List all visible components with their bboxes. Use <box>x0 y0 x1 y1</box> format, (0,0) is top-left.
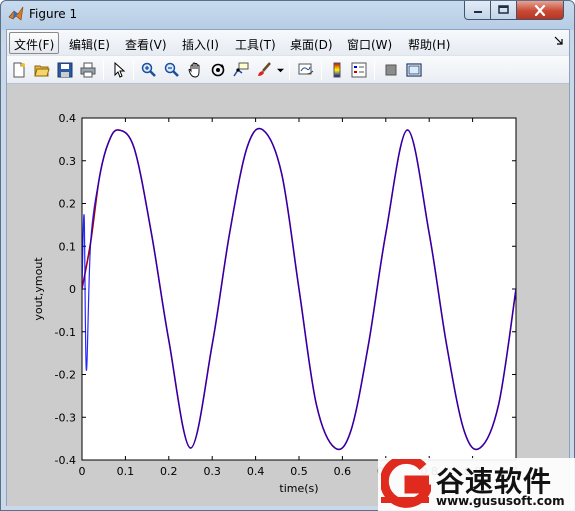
legend-icon <box>351 62 367 78</box>
x-tick-label: 0 <box>79 465 86 478</box>
zoom-in-icon <box>141 62 156 77</box>
new-figure-button[interactable] <box>9 60 29 80</box>
x-tick-label: 0.1 <box>117 465 135 478</box>
link-plot-button[interactable] <box>296 60 316 80</box>
x-tick-label: 0.2 <box>160 465 178 478</box>
x-tick-label: 0.6 <box>334 465 352 478</box>
menu-desktop[interactable]: 桌面(D) <box>286 34 337 53</box>
x-tick-label: 0.3 <box>203 465 221 478</box>
save-button[interactable] <box>55 60 75 80</box>
open-file-button[interactable] <box>32 60 52 80</box>
brush-button[interactable] <box>254 60 274 80</box>
y-axis-label: yout,ymout <box>32 257 45 321</box>
print-icon <box>80 62 96 78</box>
show-plot-tools-icon <box>406 63 422 77</box>
y-tick-label: 0.4 <box>59 112 77 125</box>
link-plot-icon <box>298 63 314 75</box>
figure-client-area: 文件(F) 编辑(E) 查看(V) 插入(I) 工具(T) 桌面(D) 窗口(W… <box>6 29 570 506</box>
zoom-out-button[interactable] <box>162 60 182 80</box>
maximize-button[interactable] <box>491 1 517 20</box>
toolbar-separator <box>133 60 134 80</box>
colorbar-button[interactable] <box>327 60 347 80</box>
menu-edit[interactable]: 编辑(E) <box>65 34 114 53</box>
hide-plot-tools-icon <box>385 64 397 76</box>
figure-canvas: 00.10.20.30.40.50.60.70.80.910.40.30.20.… <box>7 85 569 506</box>
pan-button[interactable] <box>185 60 205 80</box>
open-file-icon <box>34 65 50 77</box>
pointer-button[interactable] <box>109 60 129 80</box>
brush-dropdown-icon <box>276 68 284 72</box>
close-button[interactable] <box>517 1 564 20</box>
pointer-icon <box>114 62 126 78</box>
menu-insert[interactable]: 插入(I) <box>178 34 223 53</box>
x-tick-label: 0.5 <box>290 465 308 478</box>
legend-button[interactable] <box>349 60 369 80</box>
brush-icon <box>258 62 271 76</box>
data-cursor-icon <box>233 62 249 77</box>
chevron-double-icon[interactable] <box>554 36 563 45</box>
y-tick-label: 0.3 <box>59 155 77 168</box>
hide-plot-tools-button[interactable] <box>381 60 401 80</box>
menu-tools[interactable]: 工具(T) <box>231 34 280 53</box>
toolbar-separator <box>103 60 104 80</box>
menu-file[interactable]: 文件(F) <box>9 32 60 54</box>
y-tick-label: -0.1 <box>55 326 76 339</box>
save-icon <box>57 62 73 78</box>
menu-help[interactable]: 帮助(H) <box>404 34 454 53</box>
toolbar-separator <box>374 60 375 80</box>
rotate-3d-icon <box>211 63 225 77</box>
toolbar-separator <box>289 60 290 80</box>
y-tick-label: 0.2 <box>59 198 77 211</box>
line-chart: 00.10.20.30.40.50.60.70.80.910.40.30.20.… <box>32 112 520 495</box>
x-tick-label: 0.4 <box>247 465 265 478</box>
y-tick-label: -0.3 <box>55 411 76 424</box>
watermark: 谷速软件 www.gususoft.com <box>378 458 575 511</box>
toolbar-separator <box>321 60 322 80</box>
menu-bar: 文件(F) 编辑(E) 查看(V) 插入(I) 工具(T) 桌面(D) 窗口(W… <box>7 30 569 56</box>
print-button[interactable] <box>78 60 98 80</box>
menu-view[interactable]: 查看(V) <box>121 34 171 53</box>
title-bar[interactable]: Figure 1 <box>1 1 574 29</box>
close-icon <box>534 4 546 16</box>
figure-toolbar <box>7 56 569 84</box>
window-title: Figure 1 <box>29 7 78 21</box>
minimize-icon <box>473 11 482 13</box>
x-axis-label: time(s) <box>279 482 318 495</box>
rotate-3d-button[interactable] <box>208 60 228 80</box>
data-cursor-button[interactable] <box>231 60 251 80</box>
y-tick-label: -0.2 <box>55 369 76 382</box>
zoom-out-icon <box>164 62 179 77</box>
menu-window[interactable]: 窗口(W) <box>343 34 396 53</box>
new-figure-icon <box>13 62 25 78</box>
brush-dropdown-button[interactable] <box>275 60 285 80</box>
maximize-icon <box>498 5 509 14</box>
y-tick-label: 0.1 <box>59 240 77 253</box>
show-plot-tools-button[interactable] <box>404 60 424 80</box>
watermark-url: www.gususoft.com <box>436 494 565 508</box>
zoom-in-button[interactable] <box>139 60 159 80</box>
figure-window: Figure 1 文件(F) 编辑(E) 查看(V) 插入(I) 工具(T) 桌… <box>0 0 575 511</box>
minimize-button[interactable] <box>464 1 491 20</box>
matlab-logo-icon <box>8 6 24 21</box>
pan-hand-icon <box>188 62 200 78</box>
colorbar-icon <box>333 62 341 78</box>
gususoft-logo-icon <box>381 459 431 508</box>
y-tick-label: 0 <box>69 283 76 296</box>
y-tick-label: -0.4 <box>55 454 76 467</box>
